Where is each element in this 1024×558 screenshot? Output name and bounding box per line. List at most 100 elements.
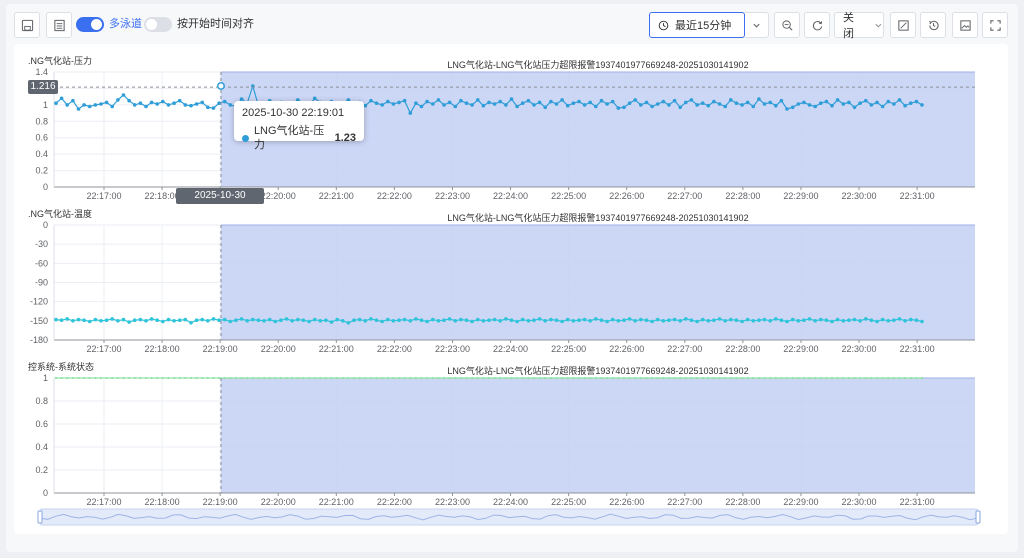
multi-lane-chart[interactable]: 1.41.210.80.60.40.2022:17:0022:18:0022:1… bbox=[0, 0, 1024, 558]
data-point bbox=[532, 103, 536, 107]
x-tick-label: 22:25:00 bbox=[551, 344, 586, 354]
data-point bbox=[189, 376, 193, 380]
data-point bbox=[667, 376, 671, 380]
data-point bbox=[149, 100, 154, 105]
data-point bbox=[195, 376, 198, 380]
data-point bbox=[364, 376, 367, 380]
lane-title: LNG气化站-LNG气化站压力超限报警1937401977669248-2025… bbox=[447, 59, 748, 70]
data-point bbox=[852, 105, 857, 110]
data-point bbox=[285, 376, 288, 380]
data-point bbox=[110, 104, 114, 109]
data-point bbox=[386, 376, 389, 380]
data-point bbox=[589, 376, 592, 380]
data-point bbox=[82, 318, 86, 323]
data-point bbox=[437, 376, 440, 380]
data-point bbox=[267, 317, 272, 322]
data-point bbox=[453, 104, 458, 109]
data-point bbox=[920, 103, 924, 107]
lane-title: LNG气化站-LNG气化站压力超限报警1937401977669248-2025… bbox=[447, 212, 748, 223]
data-point bbox=[718, 376, 721, 380]
data-point bbox=[431, 102, 435, 106]
zoom-slider-handle-start[interactable] bbox=[37, 510, 43, 524]
data-point bbox=[217, 101, 221, 105]
data-point bbox=[785, 376, 789, 380]
data-point bbox=[841, 102, 846, 106]
data-point bbox=[516, 376, 519, 380]
data-point bbox=[453, 319, 458, 323]
data-point bbox=[892, 318, 896, 323]
data-point bbox=[572, 376, 575, 380]
data-point bbox=[245, 319, 249, 323]
x-tick-label: 22:30:00 bbox=[842, 191, 877, 201]
data-point bbox=[386, 317, 390, 322]
data-point bbox=[330, 376, 333, 380]
data-point bbox=[65, 103, 69, 107]
data-point bbox=[363, 319, 368, 323]
data-point bbox=[605, 102, 609, 106]
data-point bbox=[105, 376, 108, 380]
data-point bbox=[780, 376, 783, 380]
data-point bbox=[549, 376, 553, 380]
data-point bbox=[847, 318, 851, 323]
x-tick-label: 22:21:00 bbox=[319, 497, 354, 507]
data-point bbox=[357, 317, 362, 322]
data-point bbox=[886, 319, 891, 323]
data-point bbox=[71, 376, 74, 380]
data-point bbox=[127, 320, 131, 324]
data-point bbox=[211, 106, 216, 110]
data-point bbox=[729, 98, 733, 102]
data-point bbox=[167, 376, 170, 380]
y-tick-label: -180 bbox=[30, 335, 48, 345]
data-point bbox=[194, 318, 199, 323]
data-point bbox=[864, 376, 867, 380]
data-point bbox=[752, 376, 755, 380]
data-point bbox=[650, 319, 654, 324]
data-point bbox=[144, 376, 148, 380]
data-point bbox=[791, 376, 794, 380]
lane-title: LNG气化站-LNG气化站压力超限报警1937401977669248-2025… bbox=[447, 365, 748, 376]
data-point bbox=[111, 376, 114, 380]
data-point bbox=[644, 318, 649, 323]
data-point bbox=[679, 376, 682, 380]
data-point bbox=[616, 319, 621, 323]
data-point bbox=[60, 376, 63, 380]
data-point bbox=[402, 317, 407, 322]
data-point bbox=[819, 317, 823, 322]
data-point bbox=[622, 376, 626, 380]
y-tick-label: 0 bbox=[43, 182, 48, 192]
data-point bbox=[520, 101, 525, 105]
data-point bbox=[133, 376, 136, 380]
x-tick-label: 22:24:00 bbox=[493, 497, 528, 507]
data-point bbox=[695, 319, 699, 324]
data-point bbox=[251, 317, 255, 322]
y-tick-label: -150 bbox=[30, 316, 48, 326]
x-tick-label: 22:17:00 bbox=[86, 497, 121, 507]
data-point bbox=[554, 318, 559, 323]
data-point bbox=[454, 376, 457, 380]
data-point bbox=[897, 317, 902, 321]
data-point bbox=[155, 102, 159, 106]
data-point bbox=[66, 376, 69, 380]
data-point bbox=[802, 100, 806, 105]
data-point bbox=[104, 318, 109, 323]
data-point bbox=[200, 317, 204, 322]
data-point bbox=[487, 376, 491, 380]
data-point bbox=[419, 318, 424, 323]
data-point bbox=[459, 376, 462, 380]
data-point bbox=[769, 376, 772, 380]
data-point bbox=[594, 317, 598, 321]
data-point bbox=[222, 317, 227, 322]
data-point bbox=[414, 317, 418, 321]
highlighted-point bbox=[217, 82, 225, 90]
lane-series-label: 控系统-系统状态 bbox=[28, 361, 94, 372]
data-point bbox=[177, 98, 182, 103]
x-tick-label: 22:19:00 bbox=[203, 344, 238, 354]
data-point bbox=[509, 318, 514, 323]
data-point bbox=[824, 318, 829, 323]
zoom-slider-handle-end[interactable] bbox=[975, 510, 981, 524]
data-point bbox=[374, 101, 379, 105]
data-point bbox=[633, 98, 637, 102]
data-point bbox=[470, 319, 474, 324]
data-point bbox=[465, 376, 468, 380]
data-point bbox=[358, 376, 361, 380]
